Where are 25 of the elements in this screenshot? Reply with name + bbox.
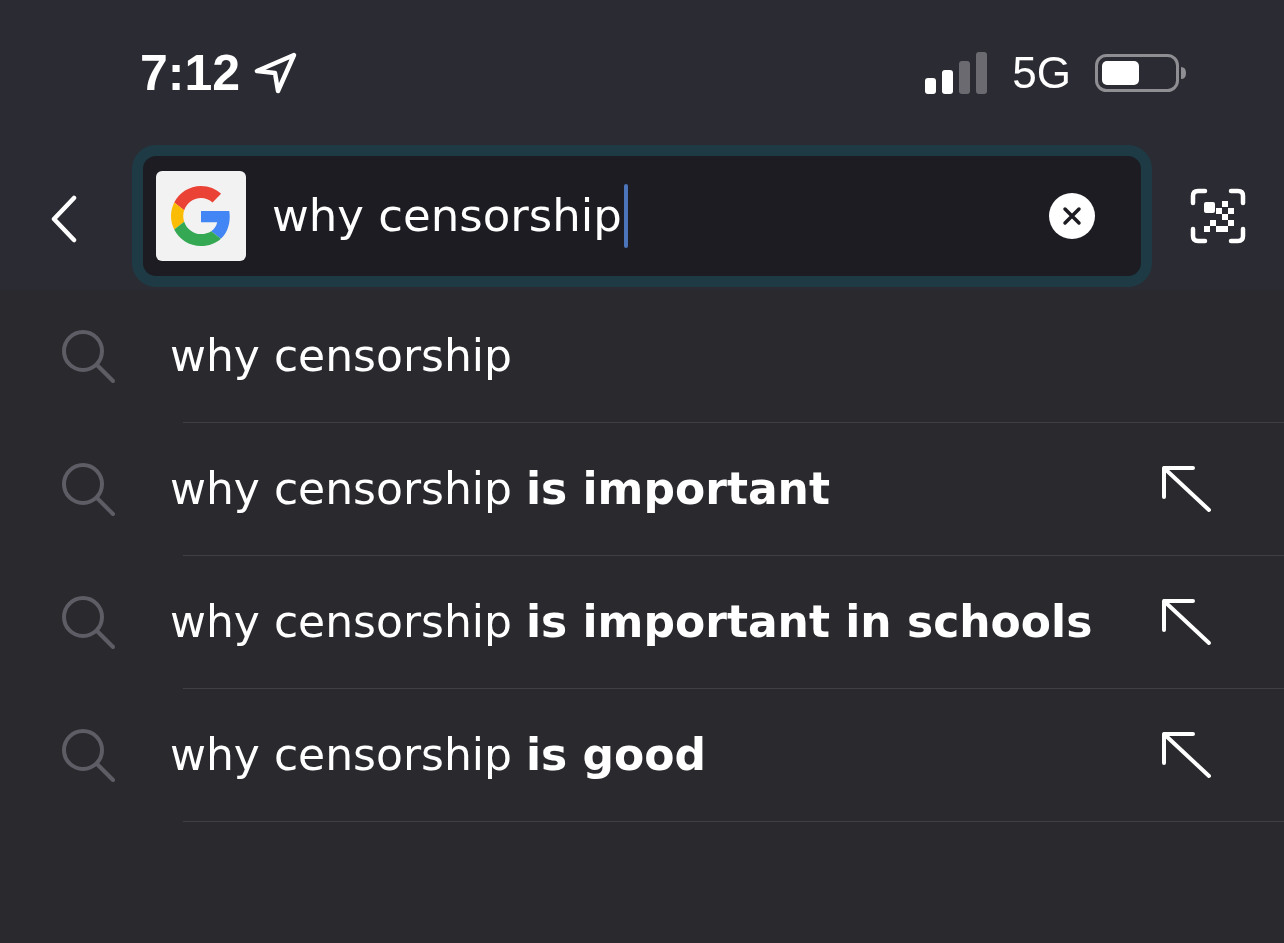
fill-query-button[interactable]: [1161, 465, 1213, 513]
arrow-up-left-icon: [1161, 731, 1213, 779]
suggestion-text[interactable]: why censorship is important: [170, 462, 830, 516]
suggestion-text[interactable]: why censorship is good: [170, 728, 706, 782]
battery-icon: [1095, 53, 1187, 92]
search-icon: [60, 328, 116, 384]
status-time: 7:12: [140, 44, 241, 101]
fill-query-button[interactable]: [1161, 731, 1213, 779]
location-arrow-icon: [254, 51, 299, 94]
suggestion-text[interactable]: why censorship is important in schools: [170, 595, 1093, 649]
search-icon: [60, 594, 116, 650]
suggestion-text[interactable]: why censorship: [170, 329, 512, 383]
g-logo-icon: [156, 171, 246, 261]
fill-query-button[interactable]: [1161, 598, 1213, 646]
qr-scan-icon: [1190, 188, 1246, 244]
search-icon: [60, 461, 116, 517]
arrow-up-left-icon: [1161, 598, 1213, 646]
clear-button[interactable]: [1049, 193, 1095, 239]
network-label: 5G: [1012, 47, 1071, 98]
scan-button[interactable]: [1190, 188, 1246, 244]
clear-icon: [1049, 193, 1095, 239]
arrow-up-left-icon: [1161, 465, 1213, 513]
search-icon: [60, 727, 116, 783]
search-text: why censorship: [272, 188, 622, 244]
search-field[interactable]: why censorship: [132, 145, 1152, 287]
